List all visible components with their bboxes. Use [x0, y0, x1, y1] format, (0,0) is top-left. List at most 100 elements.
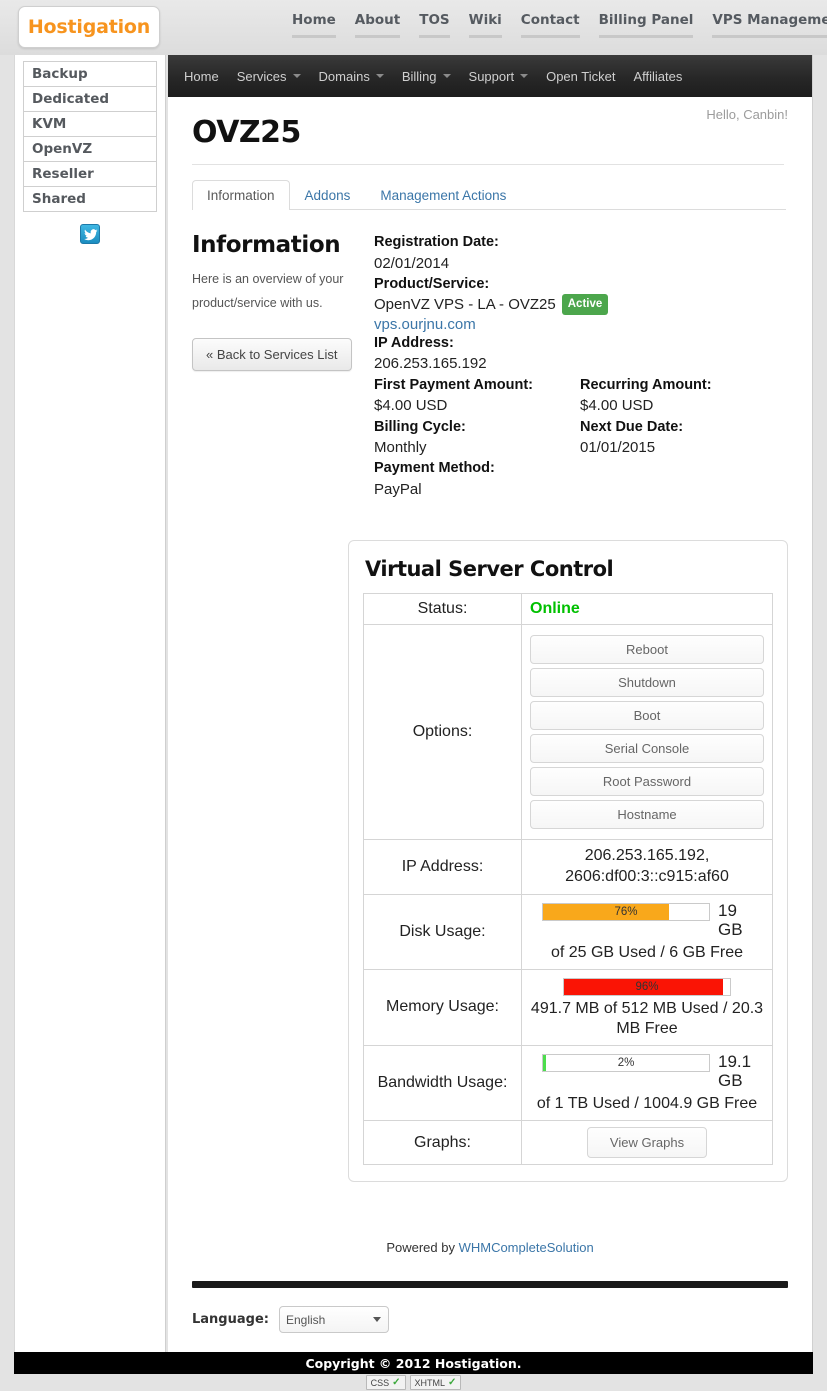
nav-affiliates-label: Affiliates — [633, 68, 683, 84]
nav-domains-label: Domains — [318, 68, 370, 84]
first-payment-value: $4.00 USD — [374, 397, 448, 415]
nav-open-ticket-label: Open Ticket — [546, 68, 616, 84]
sidebar-item-shared[interactable]: Shared — [24, 187, 156, 212]
status-badge: Active — [561, 294, 609, 315]
graphs-cell: View Graphs — [521, 1120, 773, 1166]
serial-console-button[interactable]: Serial Console — [530, 734, 764, 764]
nav-support-label: Support — [468, 68, 515, 84]
chevron-down-icon — [292, 74, 301, 78]
site-logo[interactable]: Hostigation — [18, 6, 160, 48]
topnav-link-billing-panel[interactable]: Billing Panel — [598, 12, 694, 38]
information-details: Registration Date: 02/01/2014 Product/Se… — [374, 232, 788, 500]
root-password-button[interactable]: Root Password — [530, 767, 764, 797]
recurring-amount-value: $4.00 USD — [580, 397, 654, 415]
chevron-down-icon — [375, 74, 384, 78]
chevron-down-icon — [442, 74, 451, 78]
sidebar-item-reseller[interactable]: Reseller — [24, 162, 156, 187]
graphs-label: Graphs: — [363, 1120, 522, 1166]
check-icon: ✓ — [448, 1377, 457, 1388]
memory-usage-text: 491.7 MB of 512 MB Used / 20.3 MB Free — [530, 999, 764, 1037]
options-cell: Reboot Shutdown Boot Serial Console Root… — [521, 624, 773, 841]
top-navigation: Home About TOS Wiki Contact Billing Pane… — [292, 12, 827, 38]
topnav-link-contact[interactable]: Contact — [520, 12, 580, 38]
tab-addons[interactable]: Addons — [290, 180, 366, 210]
options-label: Options: — [363, 624, 522, 841]
language-selector-row: Language: English — [168, 1288, 812, 1334]
next-due-date-label: Next Due Date: — [580, 418, 684, 435]
payment-method-label: Payment Method: — [374, 460, 495, 477]
xhtml-validator-badge[interactable]: XHTML ✓ — [409, 1375, 462, 1390]
footer-divider — [192, 1281, 788, 1289]
reboot-button[interactable]: Reboot — [530, 635, 764, 665]
sidebar-item-kvm[interactable]: KVM — [24, 112, 156, 137]
sidebar-item-backup[interactable]: Backup — [24, 62, 156, 87]
nav-support[interactable]: Support — [469, 69, 529, 84]
hostname-button[interactable]: Hostname — [530, 800, 764, 830]
powered-by: Powered by WHMCompleteSolution — [168, 1240, 812, 1255]
bandwidth-usage-amount: 19.1 GB — [718, 1051, 752, 1091]
bandwidth-usage-cell: 2% 19.1 GB of 1 TB Used / 1004.9 GB Free — [521, 1044, 773, 1122]
tab-management-actions[interactable]: Management Actions — [365, 180, 521, 210]
shutdown-button[interactable]: Shutdown — [530, 668, 764, 698]
disk-usage-label: Disk Usage: — [363, 893, 522, 970]
view-graphs-button[interactable]: View Graphs — [586, 1127, 708, 1159]
main-content: Home Services Domains Billing Support Op… — [168, 55, 813, 1352]
topnav-link-tos[interactable]: TOS — [419, 12, 450, 38]
sidebar-menu: Backup Dedicated KVM OpenVZ Reseller Sha… — [23, 61, 157, 212]
css-validator-badge[interactable]: CSS ✓ — [365, 1375, 406, 1390]
top-bar: Hostigation Home About TOS Wiki Contact … — [0, 0, 827, 55]
registration-date-value: 02/01/2014 — [374, 254, 450, 272]
whmcs-link[interactable]: WHMCompleteSolution — [459, 1240, 594, 1255]
nav-home-label: Home — [184, 68, 219, 84]
memory-usage-label: Memory Usage: — [363, 968, 522, 1046]
billing-cycle-label: Billing Cycle: — [374, 418, 466, 435]
vsc-ip-value: 206.253.165.192, 2606:df00:3::c915:af60 — [521, 839, 773, 895]
language-label: Language: — [192, 1312, 269, 1328]
virtual-server-control-panel: Virtual Server Control Status: Online Op… — [348, 540, 788, 1183]
boot-button[interactable]: Boot — [530, 701, 764, 731]
table-row-graphs: Graphs: View Graphs — [363, 1120, 773, 1166]
information-heading: Information — [192, 232, 341, 258]
table-row-disk-usage: Disk Usage: 76% 19 GB of 25 GB Used / 6 … — [363, 893, 773, 970]
disk-usage-percent: 76% — [614, 905, 638, 918]
topnav-link-wiki[interactable]: Wiki — [468, 12, 502, 38]
chevron-down-icon — [520, 74, 529, 78]
table-row-status: Status: Online — [363, 593, 773, 626]
tab-bar: Information Addons Management Actions — [192, 179, 786, 210]
topnav-link-vps-management[interactable]: VPS Management — [712, 12, 827, 38]
nav-open-ticket[interactable]: Open Ticket — [546, 69, 615, 84]
topnav-link-about[interactable]: About — [354, 12, 401, 38]
social-links — [15, 224, 165, 244]
next-due-date-value: 01/01/2015 — [580, 439, 656, 457]
nav-services[interactable]: Services — [237, 69, 301, 84]
first-payment-block: First Payment Amount: $4.00 USD Billing … — [374, 375, 580, 501]
nav-affiliates[interactable]: Affiliates — [633, 69, 682, 84]
sidebar-item-dedicated[interactable]: Dedicated — [24, 87, 156, 112]
language-select[interactable]: English — [278, 1306, 389, 1334]
sidebar-item-openvz[interactable]: OpenVZ — [24, 137, 156, 162]
bandwidth-usage-bar: 2% — [542, 1053, 710, 1072]
nav-services-label: Services — [236, 68, 287, 84]
registration-date-label: Registration Date: — [374, 234, 499, 250]
tab-information[interactable]: Information — [192, 180, 290, 210]
disk-usage-text: of 25 GB Used / 6 GB Free — [550, 943, 744, 961]
nav-domains[interactable]: Domains — [319, 69, 384, 84]
nav-billing[interactable]: Billing — [402, 69, 451, 84]
product-domain-link[interactable]: vps.ourjnu.com — [374, 316, 476, 333]
check-icon: ✓ — [392, 1377, 401, 1388]
payment-row: First Payment Amount: $4.00 USD Billing … — [374, 375, 788, 501]
information-section: Information Here is an overview of your … — [168, 232, 812, 500]
back-to-services-list-button[interactable]: « Back to Services List — [192, 337, 352, 371]
powered-by-prefix: Powered by — [386, 1240, 459, 1256]
table-row-options: Options: Reboot Shutdown Boot Serial Con… — [363, 624, 773, 841]
recurring-amount-label: Recurring Amount: — [580, 376, 712, 393]
topnav-link-home[interactable]: Home — [292, 12, 336, 38]
title-divider — [192, 164, 784, 165]
bandwidth-usage-percent: 2% — [617, 1056, 635, 1069]
first-payment-label: First Payment Amount: — [374, 376, 533, 393]
memory-usage-cell: 96% 491.7 MB of 512 MB Used / 20.3 MB Fr… — [521, 968, 773, 1046]
product-service-label: Product/Service: — [374, 275, 490, 292]
billing-cycle-value: Monthly — [374, 439, 427, 457]
nav-home[interactable]: Home — [184, 69, 219, 84]
twitter-icon[interactable] — [80, 224, 100, 244]
